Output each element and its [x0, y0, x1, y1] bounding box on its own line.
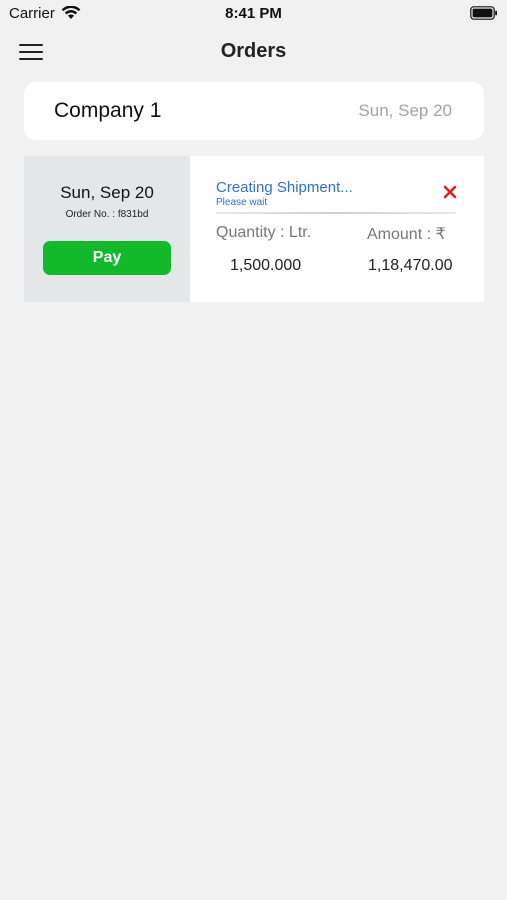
- company-name: Company 1: [54, 99, 162, 122]
- company-date: Sun, Sep 20: [358, 101, 452, 120]
- order-summary-panel: Sun, Sep 20 Order No. : f831bd Pay: [24, 156, 190, 302]
- company-selector[interactable]: Company 1 Sun, Sep 20: [24, 82, 484, 140]
- navigation-bar: Orders: [0, 28, 507, 78]
- shipment-status-title: Creating Shipment...: [216, 179, 353, 196]
- shipment-status-subtitle: Please wait: [216, 197, 268, 208]
- amount-label: Amount : ₹: [367, 226, 446, 243]
- divider: [216, 212, 456, 214]
- order-date: Sun, Sep 20: [60, 183, 154, 202]
- status-bar: Carrier 8:41 PM: [0, 0, 507, 28]
- clock-time: 8:41 PM: [225, 5, 282, 22]
- order-card[interactable]: Sun, Sep 20 Order No. : f831bd Pay Creat…: [24, 156, 484, 302]
- quantity-value: 1,500.000: [230, 257, 302, 274]
- close-x-icon[interactable]: [443, 185, 457, 199]
- amount-value: 1,18,470.00: [368, 257, 453, 274]
- pay-button[interactable]: Pay: [43, 241, 171, 275]
- battery-icon: [470, 6, 498, 25]
- quantity-label: Quantity : Ltr.: [216, 224, 312, 241]
- page-title: Orders: [220, 40, 287, 62]
- order-number: Order No. : f831bd: [65, 209, 149, 220]
